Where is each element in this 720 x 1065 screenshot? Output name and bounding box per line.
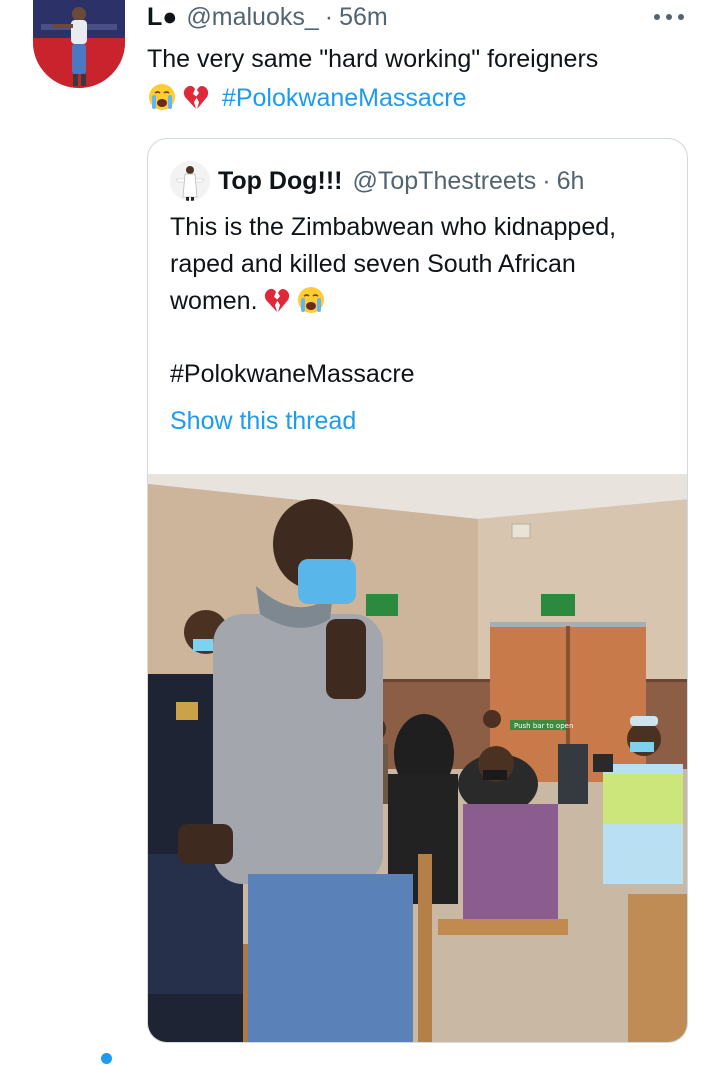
unread-indicator-dot: [101, 1053, 112, 1064]
quoted-header-separator: ·: [542, 166, 551, 195]
hashtag-link[interactable]: #PolokwaneMassacre: [222, 84, 467, 112]
tweet-header: L● @maluoks_ · 56m: [147, 2, 388, 32]
quoted-author-handle: @TopThestreets: [352, 166, 537, 195]
quoted-tweet-timestamp: 6h: [556, 166, 585, 195]
broken-heart-icon: [264, 288, 289, 312]
show-thread-link[interactable]: Show this thread: [170, 407, 356, 436]
tweet-text-line: The very same "hard working" foreigners: [147, 45, 599, 73]
tweet-timestamp[interactable]: 56m: [339, 3, 388, 32]
quoted-tweet[interactable]: Top Dog!!! @TopThestreets · 6h This is t…: [147, 138, 688, 1043]
crying-face-icon: [297, 287, 324, 313]
more-horizontal-icon[interactable]: [652, 10, 686, 24]
quoted-tweet-text-body: This is the Zimbabwean who kidnapped, ra…: [170, 213, 617, 315]
broken-heart-icon: [183, 85, 209, 109]
author-avatar[interactable]: [33, 0, 125, 88]
quoted-author-avatar: [170, 161, 210, 201]
tweet[interactable]: L● @maluoks_ · 56m The very same "hard w…: [0, 0, 720, 1043]
quoted-hashtag[interactable]: #PolokwaneMassacre: [170, 360, 415, 389]
crying-face-icon: [149, 84, 175, 110]
quoted-tweet-text: This is the Zimbabwean who kidnapped, ra…: [170, 209, 670, 320]
quoted-tweet-photo[interactable]: Push bar to open: [148, 474, 687, 1042]
header-separator: ·: [324, 2, 334, 31]
quoted-author-display-name: Top Dog!!!: [218, 166, 343, 195]
quoted-tweet-header: Top Dog!!! @TopThestreets · 6h: [170, 161, 585, 201]
author-display-name[interactable]: L●: [147, 3, 177, 32]
tweet-text: The very same "hard working" foreigners …: [147, 40, 692, 118]
author-handle[interactable]: @maluoks_: [186, 3, 318, 32]
push-bar-sign-text: Push bar to open: [514, 722, 573, 730]
